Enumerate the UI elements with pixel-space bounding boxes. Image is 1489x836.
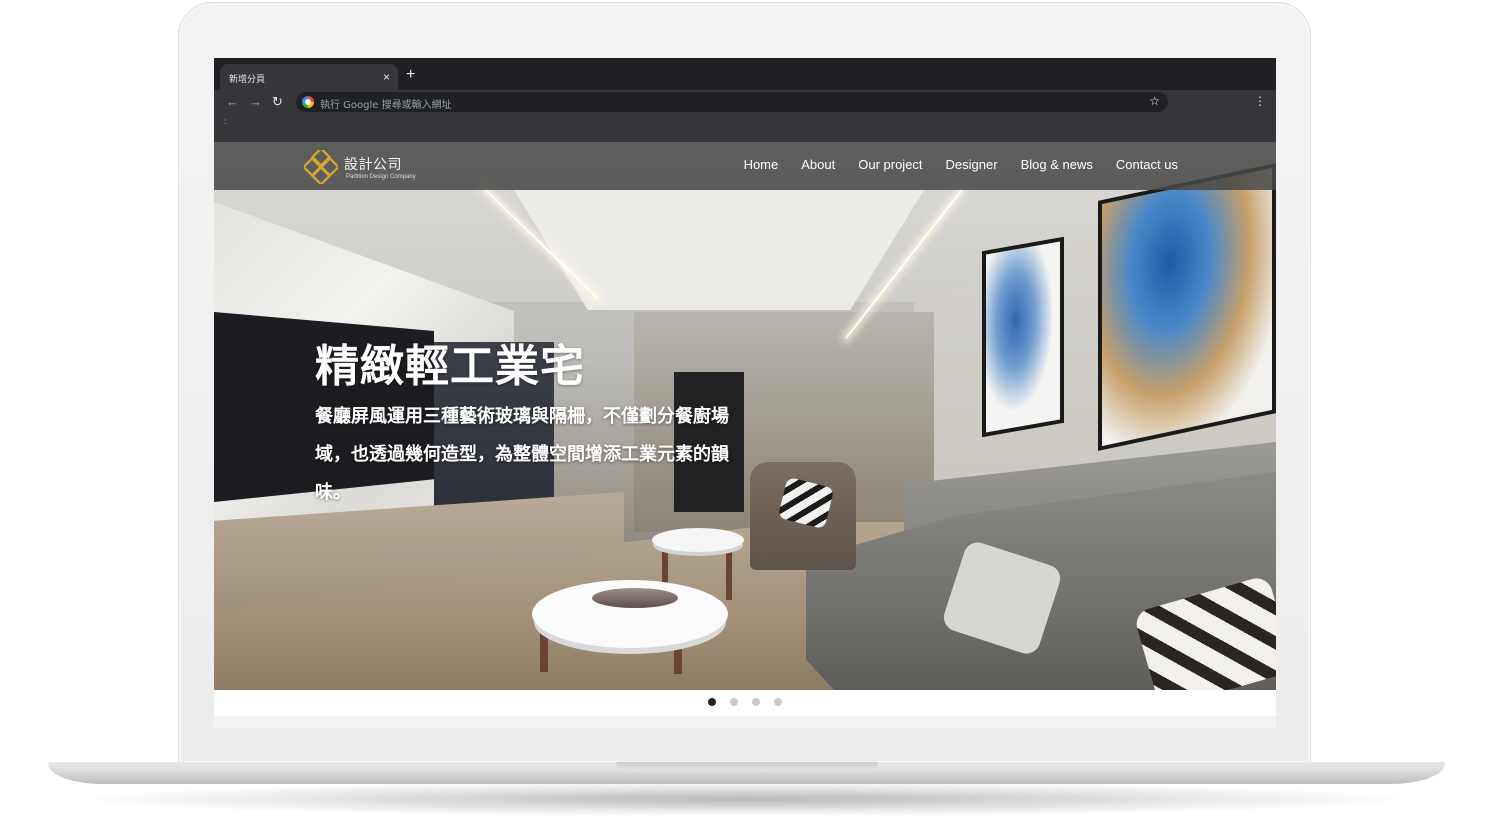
nav-home[interactable]: Home	[744, 157, 779, 172]
site-logo[interactable]: 設計公司 Partition Design Company	[302, 146, 442, 186]
nav-blog-news[interactable]: Blog & news	[1021, 157, 1093, 172]
hero-description: 餐廳屏風運用三種藝術玻璃與隔柵，不僅劃分餐廚場域，也透過幾何造型，為整體空間增添…	[315, 406, 729, 503]
hero-slide: 精緻輕工業宅 餐廳屏風運用三種藝術玻璃與隔柵，不僅劃分餐廚場域，也透過幾何造型，…	[214, 142, 1276, 690]
carousel-dot[interactable]	[752, 698, 760, 706]
bookmarks-bar-marker: :	[224, 117, 227, 126]
google-icon	[302, 96, 314, 108]
site-header: 設計公司 Partition Design Company Home About…	[214, 142, 1276, 190]
forward-arrow-icon[interactable]: →	[249, 94, 262, 109]
laptop-notch	[616, 762, 878, 771]
address-bar-placeholder: 執行 Google 搜尋或輸入網址	[320, 100, 452, 111]
carousel-dot[interactable]	[774, 698, 782, 706]
reload-icon[interactable]: ↻	[272, 94, 283, 110]
laptop-shadow	[90, 782, 1400, 816]
laptop-screen: 新增分頁 × + ← → ↻ 執行 Google 搜尋或輸入網址 ☆ ⋮ : 精…	[214, 58, 1276, 728]
website: 精緻輕工業宅 餐廳屏風運用三種藝術玻璃與隔柵，不僅劃分餐廚場域，也透過幾何造型，…	[214, 142, 1276, 728]
close-icon[interactable]: ×	[383, 70, 390, 84]
decor-bowl	[592, 588, 678, 608]
nav-designer[interactable]: Designer	[946, 157, 998, 172]
logo-text: 設計公司	[344, 157, 402, 173]
browser-toolbar: ← → ↻ 執行 Google 搜尋或輸入網址 ☆ ⋮	[214, 90, 1276, 116]
bookmarks-bar: :	[214, 116, 1276, 142]
bookmark-star-icon[interactable]: ☆	[1149, 94, 1160, 108]
blue-painting-left	[982, 236, 1064, 438]
blue-painting-right	[1098, 163, 1276, 451]
content-strip	[214, 716, 1276, 728]
carousel-dot[interactable]	[708, 698, 716, 706]
gold-diamond-logo-icon	[304, 150, 338, 184]
browser-tab[interactable]: 新增分頁 ×	[220, 64, 398, 92]
side-table-leg	[726, 546, 732, 600]
browser-chrome: 新增分頁 × + ← → ↻ 執行 Google 搜尋或輸入網址 ☆ ⋮ :	[214, 58, 1276, 142]
side-table	[652, 528, 744, 552]
nav-contact-us[interactable]: Contact us	[1116, 157, 1178, 172]
main-nav: Home About Our project Designer Blog & n…	[744, 157, 1178, 172]
carousel-dot[interactable]	[730, 698, 738, 706]
logo-subtitle: Partition Design Company	[346, 174, 416, 180]
new-tab-icon[interactable]: +	[406, 66, 415, 84]
address-bar[interactable]: 執行 Google 搜尋或輸入網址 ☆	[296, 92, 1168, 112]
carousel-dots	[708, 698, 782, 706]
back-arrow-icon[interactable]: ←	[226, 94, 239, 109]
tab-title: 新增分頁	[229, 75, 266, 85]
hero-title: 精緻輕工業宅	[315, 341, 585, 392]
browser-menu-icon[interactable]: ⋮	[1254, 94, 1266, 108]
nav-about[interactable]: About	[801, 157, 835, 172]
nav-our-project[interactable]: Our project	[858, 157, 922, 172]
